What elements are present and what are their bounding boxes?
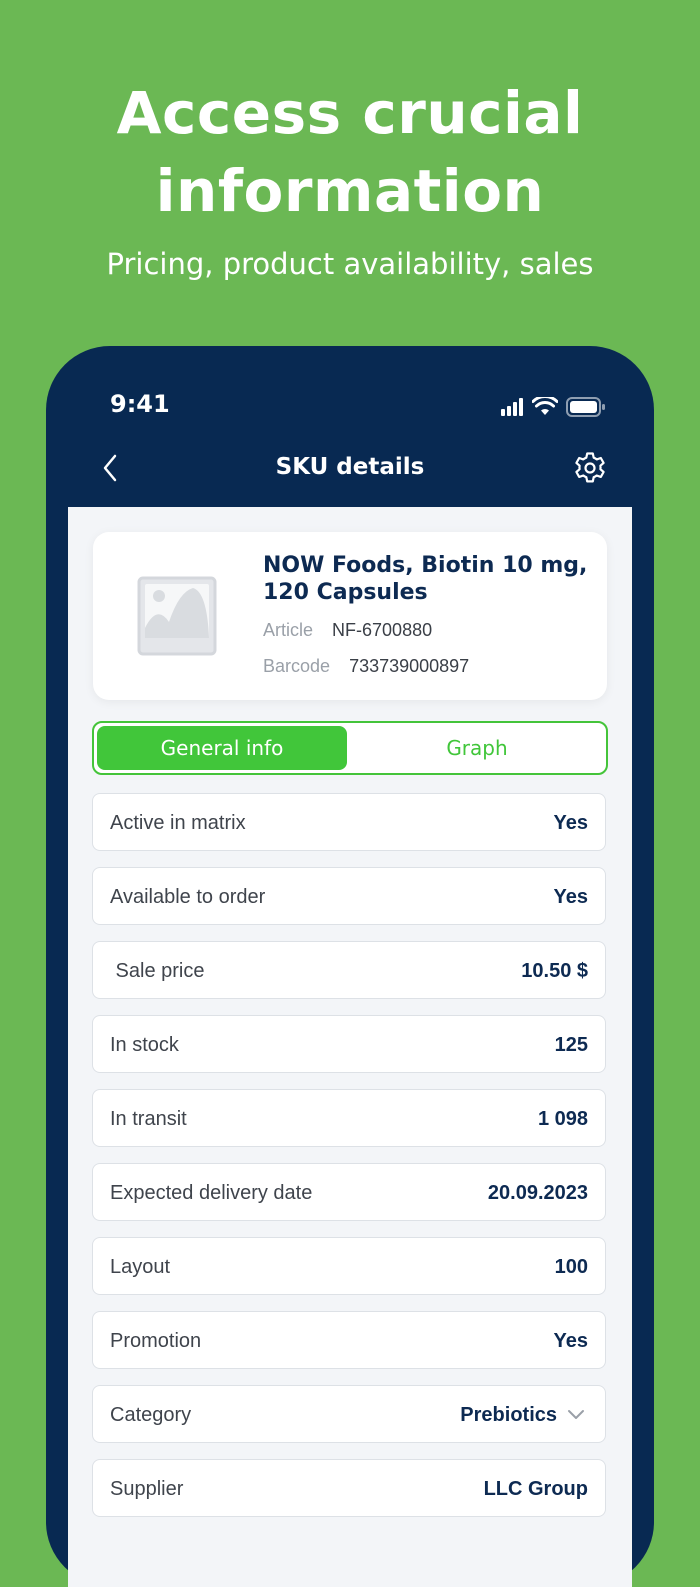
detail-label: Layout	[110, 1256, 171, 1278]
detail-value: Prebiotics	[460, 1404, 557, 1426]
status-icons	[500, 396, 606, 418]
category-select-value[interactable]: Prebiotics	[460, 1386, 585, 1444]
detail-value: Yes	[553, 812, 588, 834]
sku-details-content: NOW Foods, Biotin 10 mg, 120 Capsules Ar…	[68, 507, 632, 1587]
tab-graph[interactable]: Graph	[352, 726, 602, 770]
detail-value: Yes	[553, 886, 588, 908]
hero-title: Access crucial information	[0, 74, 700, 230]
article-label: Article	[263, 620, 314, 640]
detail-row-supplier: Supplier LLC Group	[92, 1459, 606, 1517]
detail-value: 10.50 $	[521, 960, 588, 982]
detail-row-promotion: Promotion Yes	[92, 1311, 606, 1369]
wifi-icon	[532, 397, 558, 415]
detail-label: In transit	[110, 1108, 187, 1130]
product-card: NOW Foods, Biotin 10 mg, 120 Capsules Ar…	[93, 532, 607, 700]
detail-label: In stock	[110, 1034, 179, 1056]
detail-label: Expected delivery date	[110, 1182, 313, 1204]
cellular-signal-icon	[501, 398, 523, 416]
page-title: SKU details	[275, 454, 425, 480]
detail-row-available-to-order: Available to order Yes	[92, 867, 606, 925]
tab-general-info[interactable]: General info	[97, 726, 347, 770]
detail-label: Supplier	[110, 1478, 184, 1500]
battery-icon	[566, 397, 605, 417]
detail-row-layout: Layout 100	[92, 1237, 606, 1295]
tab-bar: General info Graph	[92, 721, 608, 775]
status-time: 9:41	[110, 390, 170, 418]
detail-row-active-in-matrix: Active in matrix Yes	[92, 793, 606, 851]
detail-row-in-stock: In stock 125	[92, 1015, 606, 1073]
product-name: NOW Foods, Biotin 10 mg, 120 Capsules	[263, 553, 588, 605]
detail-value: 20.09.2023	[487, 1182, 588, 1204]
article-row: Article NF-6700880	[263, 620, 432, 641]
settings-button[interactable]	[572, 450, 608, 486]
detail-label: Category	[110, 1404, 192, 1426]
detail-value: 1 098	[537, 1108, 588, 1130]
gear-icon	[575, 452, 605, 483]
detail-row-sale-price: Sale price 10.50 $	[92, 941, 606, 999]
detail-value: 100	[554, 1256, 588, 1278]
phone-frame: 9:41 SKU details NOW Foods, Biotin 10 mg…	[46, 346, 654, 1587]
article-value: NF-6700880	[332, 620, 433, 640]
hero-subtitle: Pricing, product availability, sales	[106, 247, 594, 281]
detail-value: Yes	[553, 1330, 588, 1352]
category-dropdown[interactable]: Category Prebiotics	[92, 1385, 606, 1443]
hero-title-line1: Access crucial	[116, 79, 584, 147]
detail-row-expected-delivery-date: Expected delivery date 20.09.2023	[92, 1163, 606, 1221]
detail-value: 125	[554, 1034, 588, 1056]
chevron-down-icon	[568, 1410, 584, 1419]
barcode-label: Barcode	[263, 656, 331, 676]
barcode-value: 733739000897	[349, 656, 470, 676]
hero-title-line2: information	[155, 157, 545, 225]
detail-label: Promotion	[110, 1330, 202, 1352]
image-placeholder-icon	[137, 576, 217, 656]
detail-label: Sale price	[110, 960, 205, 982]
detail-value: LLC Group	[483, 1478, 588, 1500]
detail-label: Available to order	[110, 886, 266, 908]
detail-label: Active in matrix	[110, 812, 246, 834]
barcode-row: Barcode 733739000897	[263, 656, 469, 677]
detail-row-in-transit: In transit 1 098	[92, 1089, 606, 1147]
